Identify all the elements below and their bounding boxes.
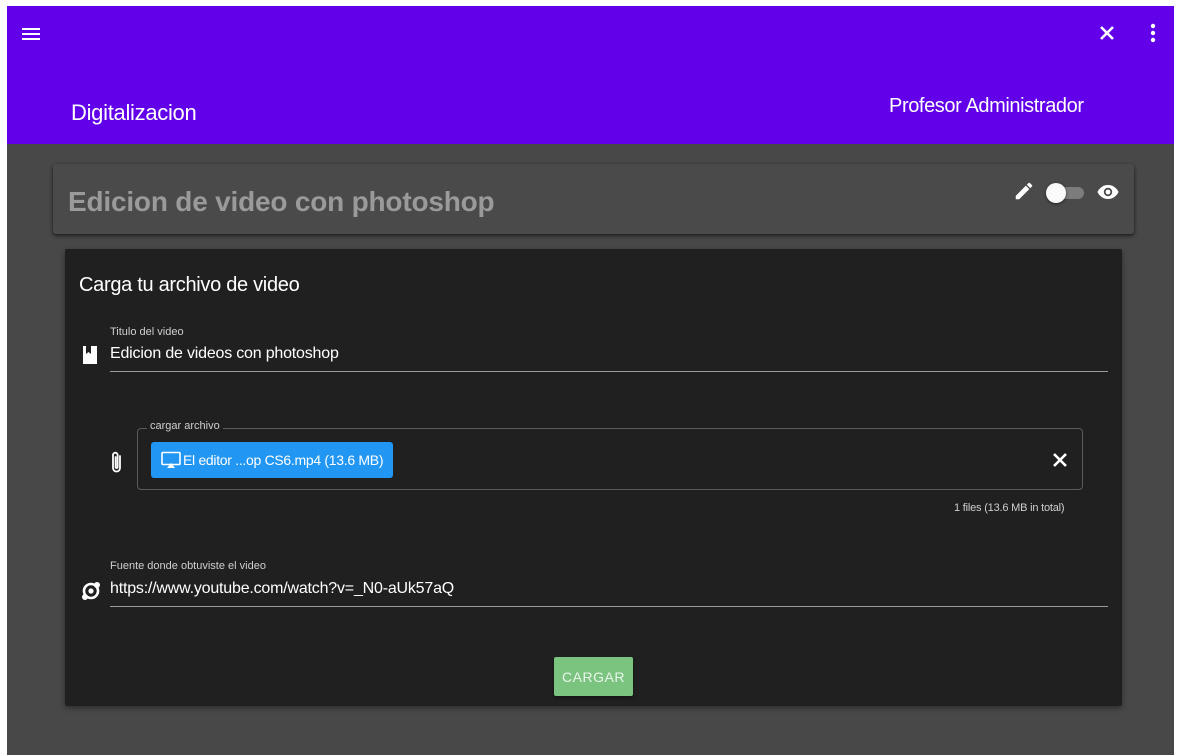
files-summary: 1 files (13.6 MB in total): [954, 502, 1065, 514]
form-heading: Carga tu archivo de video: [79, 274, 300, 296]
video-file-icon: [161, 451, 181, 469]
eye-icon[interactable]: [1096, 180, 1120, 204]
more-vert-icon[interactable]: [1143, 20, 1163, 46]
source-field-underline: [110, 606, 1108, 607]
close-icon[interactable]: [1095, 20, 1119, 46]
app-bar: Digitalizacion Profesor Administrador: [7, 6, 1174, 144]
toggle-knob: [1046, 183, 1066, 203]
pencil-icon[interactable]: [1013, 180, 1035, 202]
file-field-legend: cargar archivo: [147, 420, 223, 432]
source-field-label: Fuente donde obtuviste el video: [110, 560, 266, 572]
course-header-card: Edicion de video con photoshop: [53, 164, 1134, 234]
course-title: Edicion de video con photoshop: [68, 186, 495, 217]
paperclip-icon[interactable]: [109, 450, 125, 476]
app-title: Digitalizacion: [71, 100, 197, 125]
title-field-input[interactable]: Edicion de videos con photoshop: [110, 345, 339, 363]
book-icon: [81, 345, 99, 365]
upload-submit-button[interactable]: CARGAR: [554, 657, 633, 696]
source-link-icon: [80, 580, 102, 602]
title-field-underline: [110, 371, 1108, 372]
menu-icon[interactable]: [19, 22, 43, 46]
upload-form-card: Carga tu archivo de video Titulo del vid…: [65, 249, 1122, 706]
source-field-input[interactable]: https://www.youtube.com/watch?v=_N0-aUk5…: [110, 580, 454, 598]
visibility-toggle[interactable]: [1046, 183, 1086, 203]
file-chip-label: El editor ...op CS6.mp4 (13.6 MB): [183, 452, 384, 468]
user-name[interactable]: Profesor Administrador: [889, 95, 1084, 118]
clear-file-icon[interactable]: [1049, 449, 1071, 471]
app-frame: Digitalizacion Profesor Administrador Ed…: [7, 6, 1174, 755]
title-field-label: Titulo del video: [110, 326, 184, 338]
file-chip[interactable]: El editor ...op CS6.mp4 (13.6 MB): [151, 442, 393, 478]
